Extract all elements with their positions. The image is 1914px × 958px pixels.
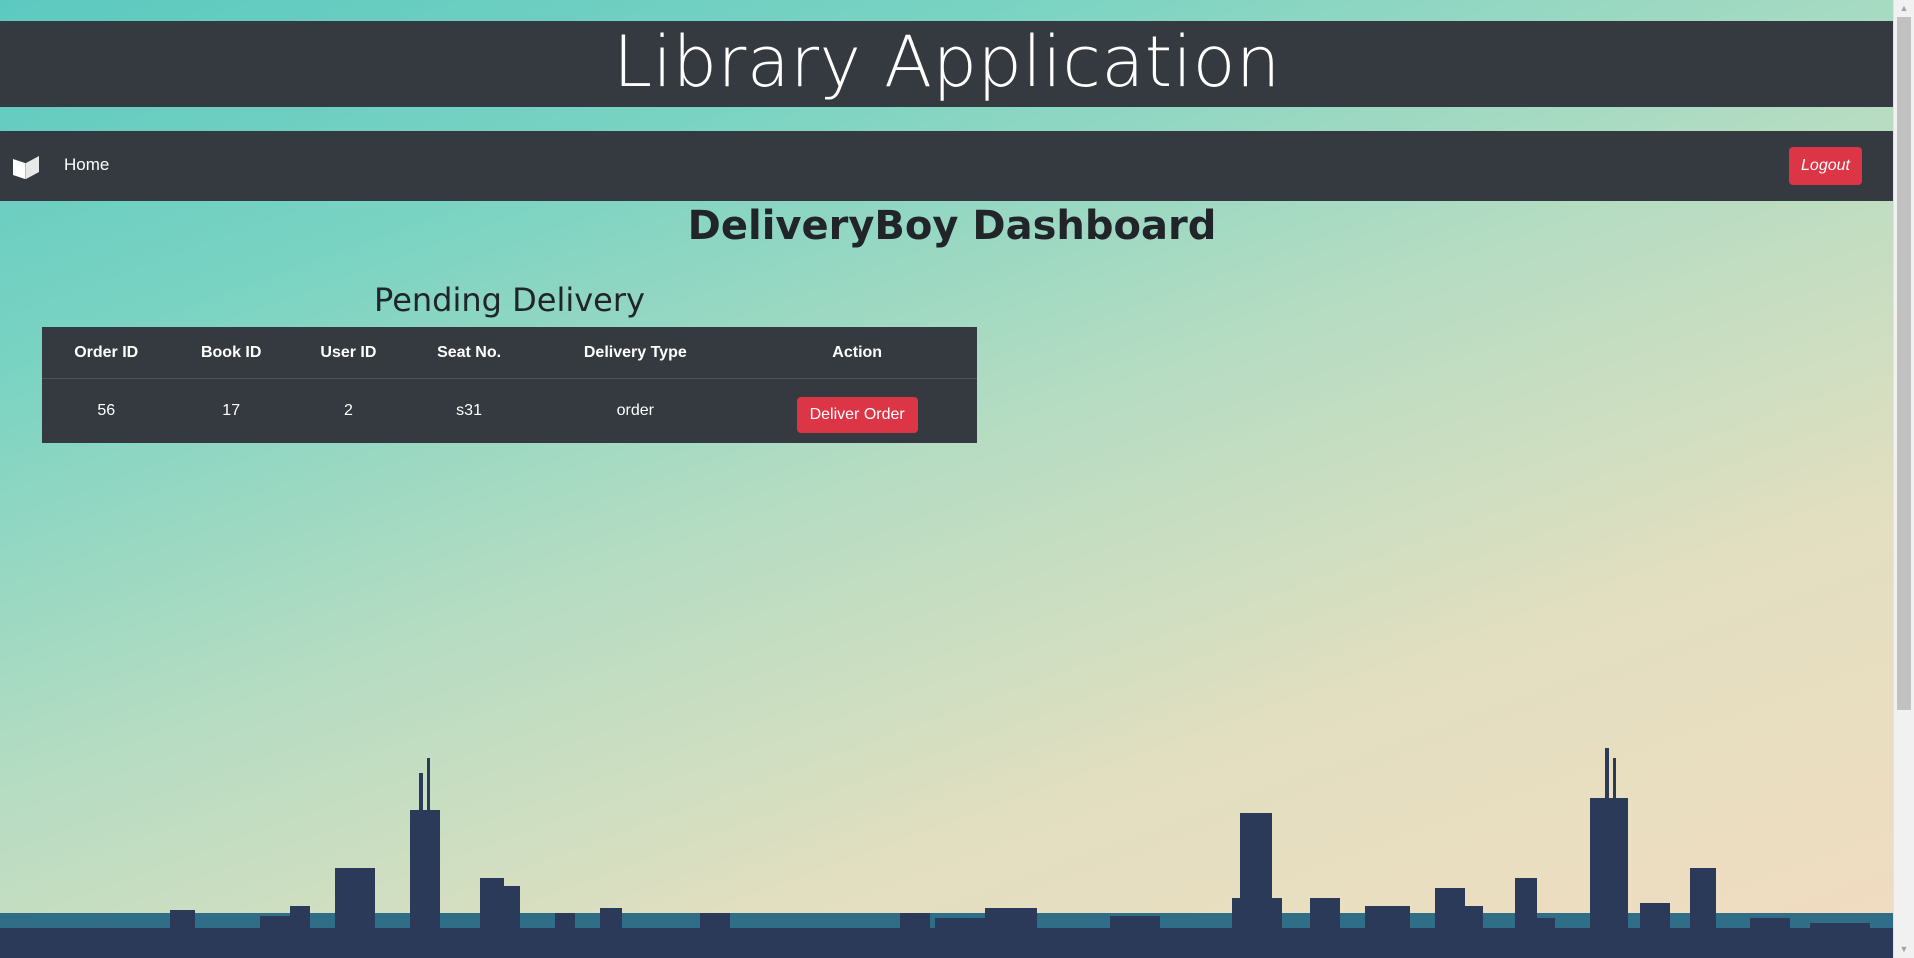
app-title: Library Application xyxy=(613,21,1281,103)
col-seat-no: Seat No. xyxy=(404,327,534,379)
page: Library Application Home Logout Delivery… xyxy=(0,0,1914,958)
col-action: Action xyxy=(737,327,977,379)
cell-seat-no: s31 xyxy=(456,402,482,419)
open-book-icon[interactable] xyxy=(10,151,42,181)
cell-action: Deliver Order xyxy=(737,379,977,444)
cell-order-id: 56 xyxy=(97,402,116,419)
scroll-down-arrow-icon[interactable]: ▼ xyxy=(1894,941,1914,958)
col-order-id: Order ID xyxy=(42,327,171,379)
table-header-row: Order ID Book ID User ID Seat No. Delive… xyxy=(42,327,977,379)
city-skyline-background xyxy=(0,748,1894,958)
scrollbar-thumb[interactable] xyxy=(1897,17,1911,710)
table-row: 56 17 2 s31 order Deliver Order xyxy=(42,379,977,444)
cell-delivery-type: order xyxy=(616,402,654,419)
deliver-order-button[interactable]: Deliver Order xyxy=(796,397,918,433)
pending-delivery-heading: Pending Delivery xyxy=(374,281,645,319)
cell-user-id: 2 xyxy=(343,402,353,419)
col-delivery-type: Delivery Type xyxy=(533,327,738,379)
nav-home-link[interactable]: Home xyxy=(64,155,109,175)
col-book-id: Book ID xyxy=(170,327,292,379)
navbar: Home Logout xyxy=(0,131,1894,201)
scroll-up-arrow-icon[interactable]: ▲ xyxy=(1894,0,1914,17)
app-header: Library Application xyxy=(0,21,1894,107)
dashboard-title: DeliveryBoy Dashboard xyxy=(687,203,1217,249)
table-header: Order ID Book ID User ID Seat No. Delive… xyxy=(42,327,977,379)
pending-delivery-table: Order ID Book ID User ID Seat No. Delive… xyxy=(42,327,977,443)
col-user-id: User ID xyxy=(291,327,405,379)
vertical-scrollbar[interactable]: ▲ ▼ xyxy=(1893,0,1914,958)
logout-button[interactable]: Logout xyxy=(1789,147,1862,185)
cell-book-id: 17 xyxy=(222,402,241,419)
